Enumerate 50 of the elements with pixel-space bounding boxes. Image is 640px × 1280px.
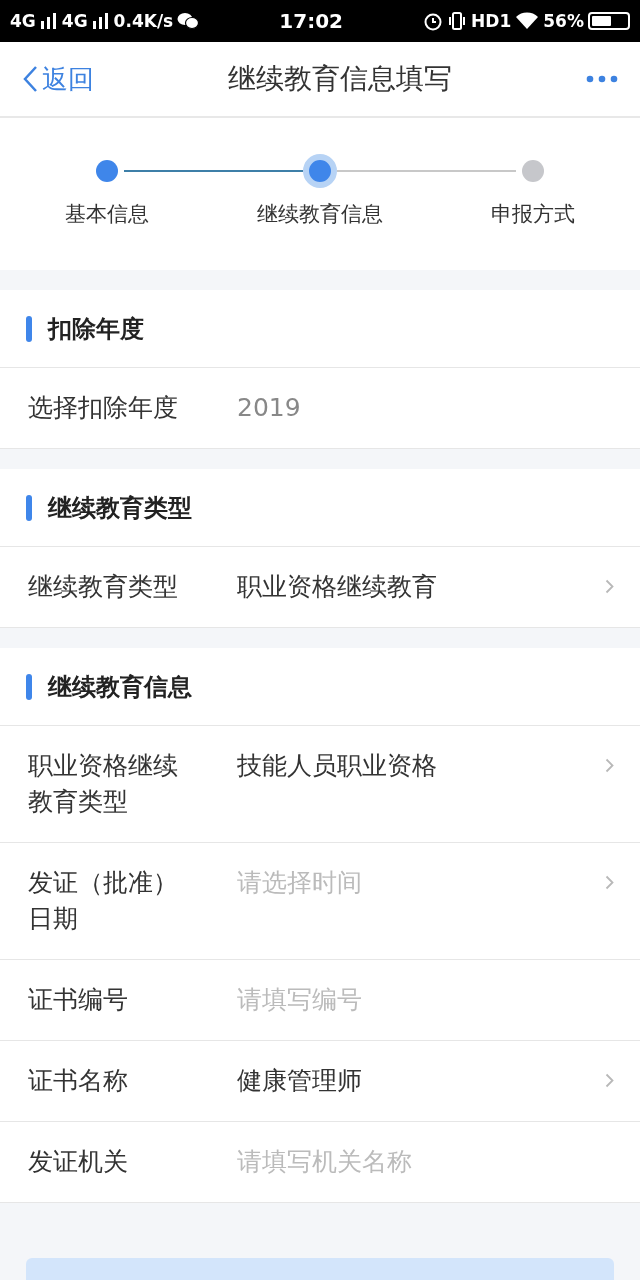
form-row[interactable]: 继续教育类型 职业资格继续教育	[0, 547, 640, 628]
section-title: 继续教育信息	[48, 671, 192, 703]
accent-bar	[26, 315, 32, 342]
field-label: 证书编号	[28, 984, 129, 1016]
input-row[interactable]: 证书编号 请填写编号	[0, 960, 640, 1041]
battery-percent: 56%	[543, 11, 584, 31]
chevron-right-icon	[605, 758, 614, 773]
form-row[interactable]: 证书名称 健康管理师	[0, 1041, 640, 1122]
input-row[interactable]: 发证机关 请填写机关名称	[0, 1122, 640, 1203]
field-label: 继续教育类型	[28, 571, 179, 603]
wifi-icon	[515, 12, 540, 30]
hd-label: HD1	[471, 11, 512, 31]
section-title: 继续教育类型	[48, 492, 192, 524]
chat-icon	[177, 12, 200, 30]
form-row[interactable]: 职业资格继续教育类型 技能人员职业资格	[0, 726, 640, 843]
chevron-right-icon	[605, 1073, 614, 1088]
field-value: 2019	[237, 392, 302, 424]
field-label: 证书名称	[28, 1065, 129, 1097]
back-button[interactable]: 返回	[22, 61, 94, 97]
more-button[interactable]	[586, 75, 618, 83]
field-placeholder: 请填写编号	[237, 984, 363, 1016]
field-value: 健康管理师	[237, 1065, 363, 1097]
network-label: 4G	[10, 11, 36, 31]
field-label: 发证（批准）日期	[28, 867, 179, 935]
signal-icon	[91, 13, 110, 29]
speed-label: 0.4K/s	[113, 11, 174, 31]
section-title: 扣除年度	[48, 313, 144, 345]
alarm-icon	[423, 11, 444, 31]
field-value: 职业资格继续教育	[237, 571, 438, 603]
network-label: 4G	[61, 11, 88, 31]
step-label: 申报方式	[491, 201, 576, 228]
clock-time: 17:02	[279, 9, 343, 33]
form-row[interactable]: 发证（批准）日期 请选择时间	[0, 843, 640, 960]
field-label: 职业资格继续教育类型	[28, 750, 179, 818]
field-placeholder: 请填写机关名称	[237, 1146, 413, 1178]
page-title: 继续教育信息填写	[228, 61, 452, 97]
vibrate-icon	[447, 11, 468, 31]
chevron-right-icon	[605, 579, 614, 594]
chevron-right-icon	[605, 875, 614, 890]
field-placeholder: 请选择时间	[237, 867, 363, 899]
step-label: 基本信息	[64, 201, 149, 228]
battery-icon	[588, 12, 630, 30]
accent-bar	[26, 673, 32, 700]
field-value: 技能人员职业资格	[237, 750, 438, 782]
field-label: 选择扣除年度	[28, 392, 179, 424]
accent-bar	[26, 494, 32, 521]
signal-icon	[39, 13, 58, 29]
field-label: 发证机关	[28, 1146, 129, 1178]
chevron-left-icon	[22, 65, 38, 93]
step-label: 继续教育信息	[257, 201, 383, 228]
